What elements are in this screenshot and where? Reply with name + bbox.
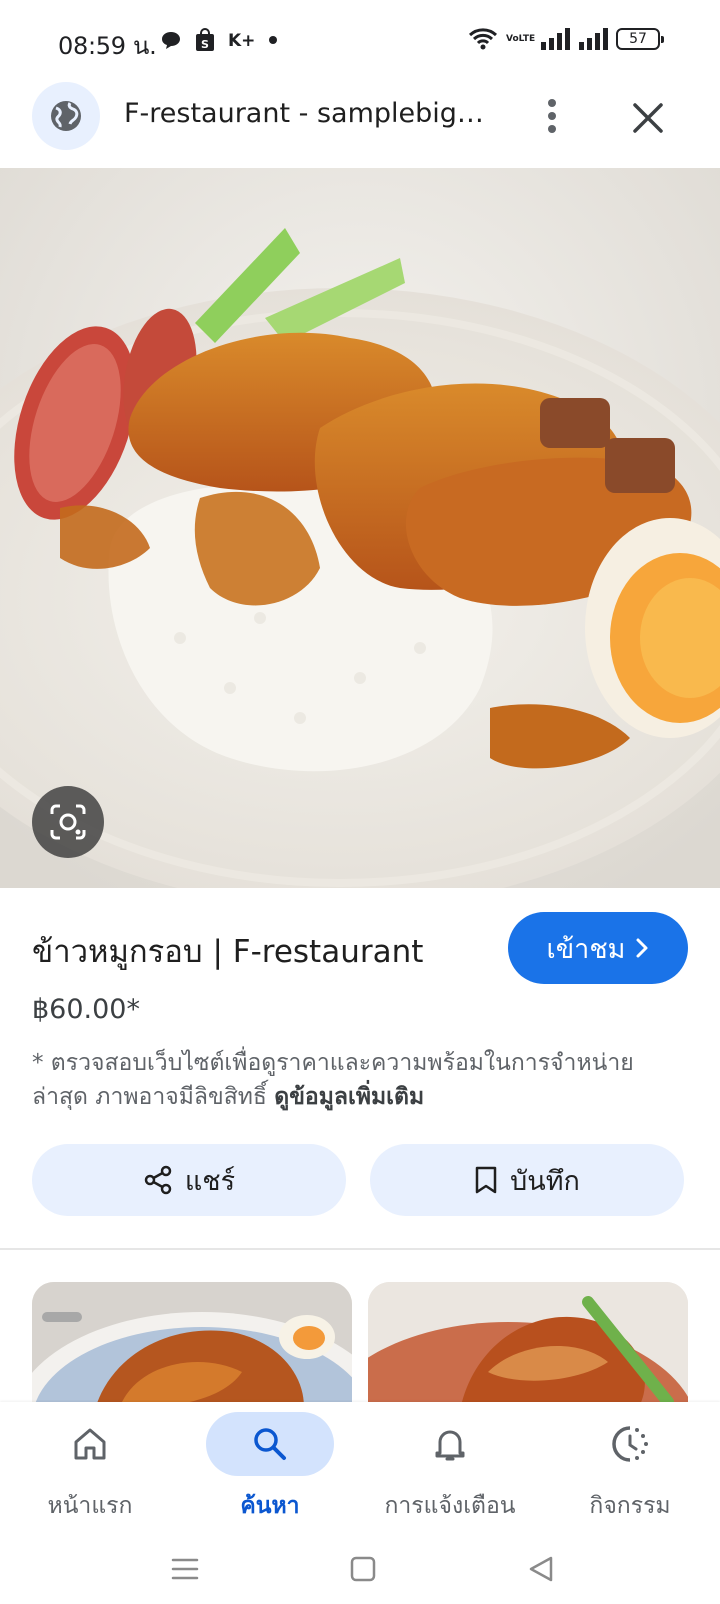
chat-bubble-icon — [160, 29, 182, 51]
page-title: F-restaurant - samplebigb... — [124, 98, 494, 129]
bookmark-icon — [475, 1166, 497, 1194]
wifi-icon — [468, 26, 498, 52]
home-button[interactable] — [338, 1544, 388, 1594]
more-options-button[interactable] — [530, 94, 574, 138]
nav-label: การแจ้งเตือน — [384, 1493, 516, 1519]
section-divider — [0, 1248, 720, 1250]
recents-button[interactable] — [160, 1544, 210, 1594]
visit-label: เข้าชม — [546, 933, 626, 965]
nav-label: หน้าแรก — [47, 1493, 133, 1519]
signal-icon — [540, 28, 570, 50]
related-image[interactable] — [368, 1282, 688, 1422]
more-info-link[interactable]: ดูข้อมูลเพิ่มเติม — [274, 1084, 424, 1110]
nav-pill — [566, 1412, 694, 1476]
nav-item-activity[interactable]: กิจกรรม — [540, 1412, 720, 1532]
product-price: ฿60.00* — [32, 994, 140, 1025]
close-button[interactable] — [624, 94, 672, 142]
system-navigation-bar — [0, 1532, 720, 1604]
nav-item-home[interactable]: หน้าแรก — [0, 1412, 180, 1532]
title-bar: F-restaurant - samplebigb... — [0, 82, 720, 168]
kplus-icon: K+ — [228, 30, 256, 50]
square-icon — [350, 1556, 376, 1582]
save-label: บันทึก — [510, 1165, 580, 1197]
share-button[interactable]: แชร์ — [32, 1144, 346, 1216]
product-title: ข้าวหมูกรอบ | F-restaurant — [32, 934, 424, 970]
related-food-thumbnail — [32, 1282, 352, 1422]
globe-icon — [51, 101, 81, 131]
svg-text:S: S — [201, 38, 209, 51]
system-status-icons: VoLTE 57 — [468, 26, 664, 52]
product-image[interactable] — [0, 168, 720, 888]
nav-label: กิจกรรม — [589, 1493, 671, 1519]
activity-icon — [612, 1426, 648, 1462]
bottom-navigation: หน้าแรก ค้นหา การแจ้งเตือน กิจกรรม — [0, 1402, 720, 1532]
related-image[interactable] — [32, 1282, 352, 1422]
crispy-pork-rice-illustration — [0, 168, 720, 888]
close-icon — [633, 103, 663, 133]
notification-icons: S K+ — [160, 28, 278, 52]
more-notifications-dot-icon — [268, 35, 278, 45]
nav-item-notifications[interactable]: การแจ้งเตือน — [360, 1412, 540, 1532]
svg-text:K+: K+ — [228, 31, 255, 50]
related-food-thumbnail — [368, 1282, 688, 1422]
nav-pill — [206, 1412, 334, 1476]
visit-button[interactable]: เข้าชม — [508, 912, 688, 984]
back-button[interactable] — [516, 1544, 566, 1594]
shopping-bag-icon: S — [194, 28, 216, 52]
nav-pill — [26, 1412, 154, 1476]
chevron-right-icon — [636, 938, 648, 958]
share-icon — [144, 1165, 172, 1195]
google-lens-button[interactable] — [32, 786, 104, 858]
lens-search-icon — [50, 804, 86, 840]
more-vert-icon — [548, 99, 556, 133]
price-disclaimer: * ตรวจสอบเว็บไซต์เพื่อดูราคาและความพร้อม… — [32, 1046, 682, 1114]
battery-level: 57 — [629, 31, 647, 47]
nav-label: ค้นหา — [240, 1493, 300, 1519]
share-label: แชร์ — [184, 1165, 236, 1197]
home-icon — [74, 1428, 106, 1460]
status-time: 08:59 น. — [58, 32, 157, 60]
status-bar: 08:59 น. S K+ VoLTE 57 — [0, 0, 720, 82]
site-info-button[interactable] — [32, 82, 100, 150]
search-icon — [254, 1428, 286, 1460]
nav-pill — [386, 1412, 514, 1476]
menu-lines-icon — [171, 1558, 199, 1580]
back-triangle-icon — [529, 1556, 553, 1582]
volte-label: VoLTE — [506, 33, 536, 44]
nav-item-search[interactable]: ค้นหา — [180, 1412, 360, 1532]
battery-icon: 57 — [616, 28, 664, 50]
bell-icon — [435, 1430, 465, 1461]
signal-2-icon — [578, 28, 608, 50]
save-button[interactable]: บันทึก — [370, 1144, 684, 1216]
